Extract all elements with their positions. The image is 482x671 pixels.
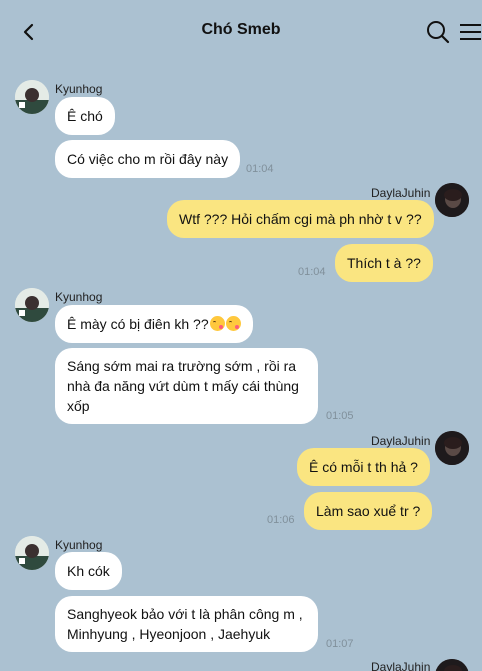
daylajuhin-avatar[interactable] — [435, 431, 469, 465]
message-bubble[interactable]: Thích t à ?? — [335, 244, 433, 282]
message-bubble[interactable]: Có việc cho m rồi đây này — [55, 140, 241, 178]
face-blowing-kiss-emoji — [209, 316, 225, 331]
sender-name: DaylaJuhin — [371, 434, 431, 448]
sender-name: DaylaJuhin — [371, 660, 431, 671]
search-icon — [427, 21, 450, 44]
message-bubble[interactable]: Kh cók — [55, 552, 122, 590]
menu-button[interactable] — [459, 22, 482, 42]
hamburger-menu-icon — [460, 24, 481, 40]
kyunhog-avatar[interactable] — [15, 80, 49, 114]
message-bubble[interactable]: Ê chó — [55, 97, 115, 135]
chat-title: Chó Smeb — [201, 21, 281, 38]
kyunhog-avatar[interactable] — [15, 536, 49, 570]
message-time: 01:04 — [246, 163, 274, 175]
message-time: 01:06 — [267, 514, 295, 526]
daylajuhin-avatar[interactable] — [435, 659, 469, 671]
face-blowing-kiss-emoji — [225, 316, 241, 331]
chat-header: Chó Smeb — [0, 0, 482, 62]
message-bubble[interactable]: Sanghyeok bảo với t là phân công m , Min… — [55, 596, 318, 652]
sender-name: DaylaJuhin — [371, 186, 431, 200]
message-bubble[interactable]: Làm sao xuể tr ? — [304, 492, 433, 530]
message-time: 01:04 — [298, 266, 326, 278]
daylajuhin-avatar[interactable] — [435, 183, 469, 217]
message-bubble[interactable]: Sáng sớm mai ra trường sớm , rồi ra nhà … — [55, 348, 318, 424]
message-bubble[interactable]: Wtf ??? Hỏi chấm cgi mà ph nhờ t v ?? — [167, 200, 434, 238]
search-button[interactable] — [426, 20, 450, 44]
message-time: 01:05 — [326, 410, 354, 422]
sender-name: Kyunhog — [55, 538, 103, 552]
kyunhog-avatar[interactable] — [15, 288, 49, 322]
message-text: Ê mày có bị điên kh ?? — [67, 316, 209, 332]
message-bubble[interactable]: Ê mày có bị điên kh ?? — [55, 305, 253, 343]
message-time: 01:07 — [326, 638, 354, 650]
sender-name: Kyunhog — [55, 82, 103, 96]
sender-name: Kyunhog — [55, 290, 103, 304]
message-bubble[interactable]: Ê có mỗi t th hả ? — [297, 448, 430, 486]
